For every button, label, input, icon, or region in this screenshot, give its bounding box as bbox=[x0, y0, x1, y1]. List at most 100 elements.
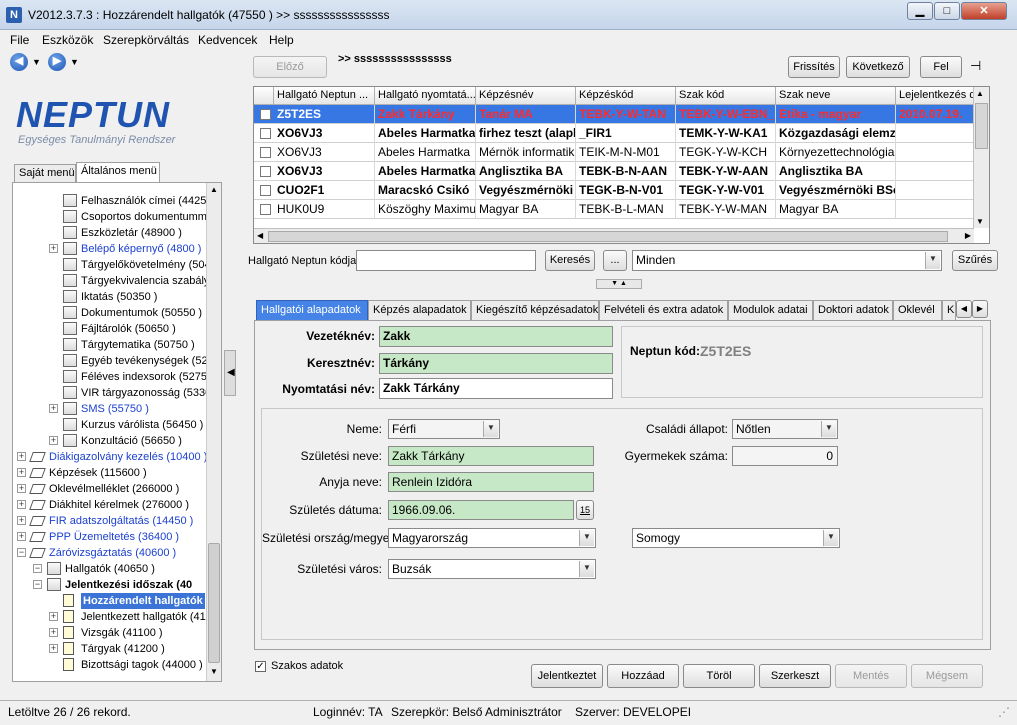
filter-select[interactable]: Minden ▼ bbox=[632, 250, 942, 271]
panel-resize-icon[interactable]: ▼ ▲ bbox=[596, 279, 642, 289]
tree-expand-icon[interactable]: + bbox=[17, 516, 26, 525]
table-row[interactable]: XO6VJ3 Abeles Harmatka firhez teszt (alapl… bbox=[254, 124, 976, 143]
gender-select[interactable]: Férfi ▼ bbox=[388, 419, 500, 439]
gender-dropdown-icon[interactable]: ▼ bbox=[483, 421, 498, 437]
tree-expand-icon[interactable]: + bbox=[49, 436, 58, 445]
row-checkbox[interactable] bbox=[260, 185, 271, 196]
grid-vscroll-thumb[interactable] bbox=[975, 103, 988, 149]
refresh-button[interactable]: Frissítés bbox=[788, 56, 840, 78]
table-row[interactable]: Z5T2ES Zakk Tárkány Tanár MA TEBK-Y-W-TAN TE… bbox=[254, 105, 976, 124]
table-row[interactable]: XO6VJ3Abeles HarmatkaMérnök informatikus… bbox=[254, 143, 976, 162]
scroll-down-icon[interactable]: ▼ bbox=[208, 667, 220, 679]
mother-name-field[interactable]: Renlein Izidóra bbox=[388, 472, 594, 492]
grid-scroll-up-icon[interactable]: ▲ bbox=[976, 89, 984, 98]
tabs-right-icon[interactable]: ▶ bbox=[972, 300, 988, 318]
filter-dropdown-icon[interactable]: ▼ bbox=[925, 252, 940, 269]
birth-city-dropdown-icon[interactable]: ▼ bbox=[579, 561, 594, 577]
tree-expand-icon[interactable]: − bbox=[33, 564, 42, 573]
row-checkbox[interactable] bbox=[260, 147, 271, 158]
tree-scrollbar[interactable]: ▲ ▼ bbox=[206, 183, 221, 681]
search-input[interactable] bbox=[356, 250, 536, 271]
prev-button[interactable]: Előző bbox=[253, 56, 327, 78]
grid-header-major-name[interactable]: Szak neve bbox=[776, 87, 896, 105]
resize-grip-icon[interactable]: ⋰ bbox=[998, 705, 1010, 719]
delete-button[interactable]: Töröl bbox=[683, 664, 755, 688]
menu-file[interactable]: File bbox=[10, 33, 29, 47]
up-button[interactable]: Fel bbox=[920, 56, 962, 78]
maximize-button[interactable]: □ bbox=[934, 2, 960, 20]
grid-header-course-name[interactable]: Képzésnév bbox=[476, 87, 576, 105]
grid-scroll-right-icon[interactable]: ▶ bbox=[965, 231, 971, 240]
forward-arrow-icon[interactable]: ▶ bbox=[48, 53, 66, 71]
menu-tools[interactable]: Eszközök bbox=[42, 33, 93, 47]
tab-modules[interactable]: Modulok adatai bbox=[728, 300, 813, 320]
menu-favorites[interactable]: Kedvencek bbox=[198, 33, 257, 47]
tree-scroll-thumb[interactable] bbox=[208, 543, 220, 663]
row-checkbox[interactable] bbox=[260, 204, 271, 215]
row-checkbox[interactable] bbox=[260, 109, 271, 120]
tab-training-extra[interactable]: Kiegészítő képzésadatok bbox=[471, 300, 599, 320]
birth-county-select[interactable]: Somogy ▼ bbox=[632, 528, 840, 548]
marital-dropdown-icon[interactable]: ▼ bbox=[821, 421, 836, 437]
edit-button[interactable]: Szerkeszt bbox=[759, 664, 831, 688]
birth-country-select[interactable]: Magyarország ▼ bbox=[388, 528, 596, 548]
table-row[interactable]: XO6VJ3 Abeles Harmatka Anglisztika BA TEBK-… bbox=[254, 162, 976, 181]
tree-expand-icon[interactable]: + bbox=[17, 452, 26, 461]
tree-expand-icon[interactable]: − bbox=[33, 580, 42, 589]
grid-header-select[interactable] bbox=[254, 87, 274, 105]
tree-expand-icon[interactable]: + bbox=[17, 532, 26, 541]
tree-expand-icon[interactable]: + bbox=[49, 404, 58, 413]
grid-hscroll-thumb[interactable] bbox=[268, 231, 948, 242]
tree-expand-icon[interactable]: + bbox=[17, 500, 26, 509]
tree-expand-icon[interactable]: + bbox=[17, 484, 26, 493]
tabs-left-icon[interactable]: ◀ bbox=[956, 300, 972, 318]
search-options-button[interactable]: ... bbox=[603, 250, 627, 271]
tree-expand-icon[interactable]: + bbox=[17, 468, 26, 477]
back-dropdown-icon[interactable]: ▼ bbox=[32, 57, 41, 67]
lastname-field[interactable]: Zakk bbox=[379, 326, 613, 347]
firstname-field[interactable]: Tárkány bbox=[379, 353, 613, 374]
birth-country-dropdown-icon[interactable]: ▼ bbox=[579, 530, 594, 546]
close-button[interactable]: ✕ bbox=[961, 2, 1007, 20]
tab-general-menu[interactable]: Általános menü bbox=[76, 162, 160, 182]
birthname-field[interactable]: Zakk Tárkány bbox=[388, 446, 594, 466]
tab-doctoral[interactable]: Doktori adatok bbox=[813, 300, 893, 320]
filter-button[interactable]: Szűrés bbox=[952, 250, 998, 271]
tab-training-basic[interactable]: Képzés alapadatok bbox=[368, 300, 471, 320]
marital-select[interactable]: Nőtlen ▼ bbox=[732, 419, 838, 439]
tab-own-menu[interactable]: Saját menü bbox=[14, 164, 76, 182]
save-button[interactable]: Mentés bbox=[835, 664, 907, 688]
pin-icon[interactable]: ⊣ bbox=[970, 58, 981, 74]
tree-expand-icon[interactable]: + bbox=[49, 244, 58, 253]
row-checkbox[interactable] bbox=[260, 128, 271, 139]
printname-field[interactable]: Zakk Tárkány bbox=[379, 378, 613, 399]
birthdate-field[interactable]: 1966.09.06. bbox=[388, 500, 574, 520]
grid-header-name[interactable]: Hallgató nyomtatá... bbox=[375, 87, 476, 105]
tab-more[interactable]: K bbox=[942, 300, 956, 320]
children-field[interactable]: 0 bbox=[732, 446, 838, 466]
tab-admission-extra[interactable]: Felvételi és extra adatok bbox=[599, 300, 728, 320]
collapse-arrow-icon[interactable]: ◀ bbox=[227, 367, 235, 378]
cancel-button[interactable]: Mégsem bbox=[911, 664, 983, 688]
menu-help[interactable]: Help bbox=[269, 33, 294, 47]
row-checkbox[interactable] bbox=[260, 166, 271, 177]
grid-scroll-down-icon[interactable]: ▼ bbox=[976, 217, 984, 226]
tab-diploma[interactable]: Oklevél bbox=[893, 300, 942, 320]
tab-student-basic[interactable]: Hallgatói alapadatok bbox=[256, 300, 368, 320]
grid-hscroll[interactable]: ◀ ▶ bbox=[254, 228, 974, 243]
tree-expand-icon[interactable]: + bbox=[49, 644, 58, 653]
forward-dropdown-icon[interactable]: ▼ bbox=[70, 57, 79, 67]
grid-header-course-code[interactable]: Képzéskód bbox=[576, 87, 676, 105]
next-button[interactable]: Következő bbox=[846, 56, 910, 78]
tree-expand-icon[interactable]: + bbox=[49, 612, 58, 621]
table-row[interactable]: HUK0U9Köszöghy MaximuszMagyar BATEBK-B-L… bbox=[254, 200, 976, 219]
scroll-up-icon[interactable]: ▲ bbox=[208, 185, 220, 197]
birth-city-select[interactable]: Buzsák ▼ bbox=[388, 559, 596, 579]
tree-expand-icon[interactable]: + bbox=[49, 628, 58, 637]
add-button[interactable]: Hozzáad bbox=[607, 664, 679, 688]
menu-role-switch[interactable]: Szerepkörváltás bbox=[103, 33, 189, 47]
grid-scroll-left-icon[interactable]: ◀ bbox=[257, 231, 263, 240]
search-button[interactable]: Keresés bbox=[545, 250, 595, 271]
grid-header-neptun[interactable]: Hallgató Neptun ... bbox=[274, 87, 375, 105]
grid-header-signoff[interactable]: Lejelentkezés d bbox=[896, 87, 976, 105]
